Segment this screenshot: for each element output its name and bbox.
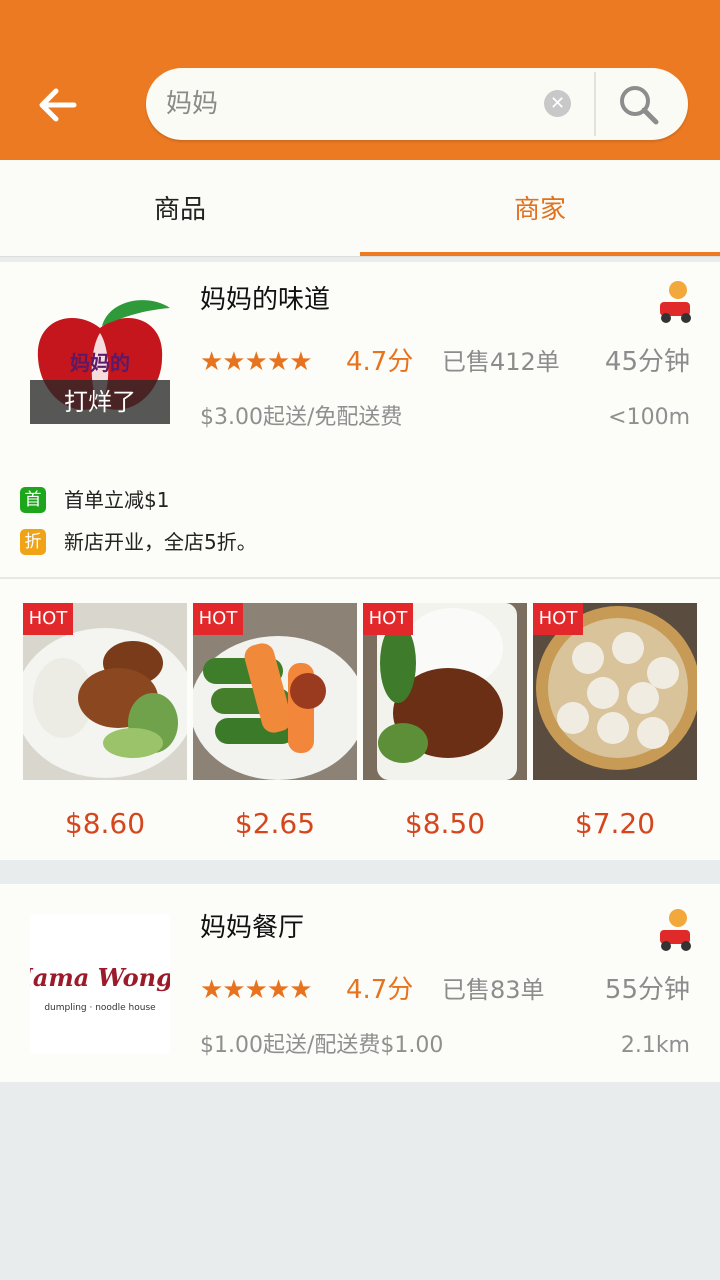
delivery-fee: $1.00起送/配送费$1.00 [200,1033,444,1058]
dish-price: $7.20 [574,807,656,840]
svg-text:dumpling · noodle house: dumpling · noodle house [44,1003,156,1013]
arrow-left-icon [39,88,77,122]
sold-count: 已售83单 [442,976,545,1004]
rating-stars: ★★★★★ [200,347,313,377]
hot-tag: HOT [23,603,73,635]
hot-tag: HOT [533,603,583,635]
dish-image[interactable]: HOT [533,603,697,780]
back-button[interactable] [30,78,86,134]
search-input[interactable]: 妈妈 [166,86,218,122]
dish-price: $8.50 [404,807,486,840]
tab-bar: 商品 商家 [0,160,720,257]
clear-icon[interactable]: ✕ [544,90,571,117]
rating-score: 4.7分 [346,347,414,377]
divider [0,577,720,579]
active-tab-indicator [360,252,720,256]
dish-image[interactable]: HOT [363,603,527,780]
delivery-rider-icon [656,278,696,326]
top-bar: 妈妈 ✕ [0,0,720,160]
shop-name[interactable]: 妈妈的味道 [200,282,330,318]
sold-count: 已售412单 [442,348,560,376]
distance: 2.1km [620,1033,690,1058]
delivery-time: 45分钟 [604,347,690,377]
mama-wongs-logo: Mama Wong's dumpling · noodle house [5,963,194,1013]
dish-price: $2.65 [234,807,316,840]
dish-image[interactable]: HOT [193,603,357,780]
search-button[interactable] [616,82,662,128]
tab-goods[interactable]: 商品 [0,160,360,256]
shop-name[interactable]: 妈妈餐厅 [200,910,304,946]
search-bar[interactable]: 妈妈 ✕ [146,68,688,140]
promo-text: 新店开业，全店5折。 [64,530,257,554]
shop-logo: 妈妈的 打烊了 [30,288,170,428]
search-divider [594,72,596,136]
svg-text:Mama Wong's: Mama Wong's [30,963,170,992]
closed-label: 打烊了 [30,380,170,424]
hot-tag: HOT [193,603,243,635]
dish-image[interactable]: HOT [23,603,187,780]
rating-stars: ★★★★★ [200,975,313,1005]
rating-score: 4.7分 [346,975,414,1005]
svg-text:妈妈的: 妈妈的 [70,351,130,375]
distance: <100m [608,405,690,430]
tab-shops[interactable]: 商家 [360,160,720,256]
search-icon [620,86,659,125]
first-order-badge: 首 [20,487,46,513]
delivery-rider-icon [656,906,696,954]
delivery-fee: $3.00起送/免配送费 [200,405,403,430]
hot-tag: HOT [363,603,413,635]
discount-badge: 折 [20,529,46,555]
delivery-time: 55分钟 [604,975,690,1005]
shop-logo: Mama Wong's dumpling · noodle house [5,914,194,1054]
dish-price: $8.60 [64,807,146,840]
promo-text: 首单立减$1 [64,488,170,512]
shop-card[interactable]: Mama Wong's dumpling · noodle house 妈妈餐厅… [0,884,720,1082]
